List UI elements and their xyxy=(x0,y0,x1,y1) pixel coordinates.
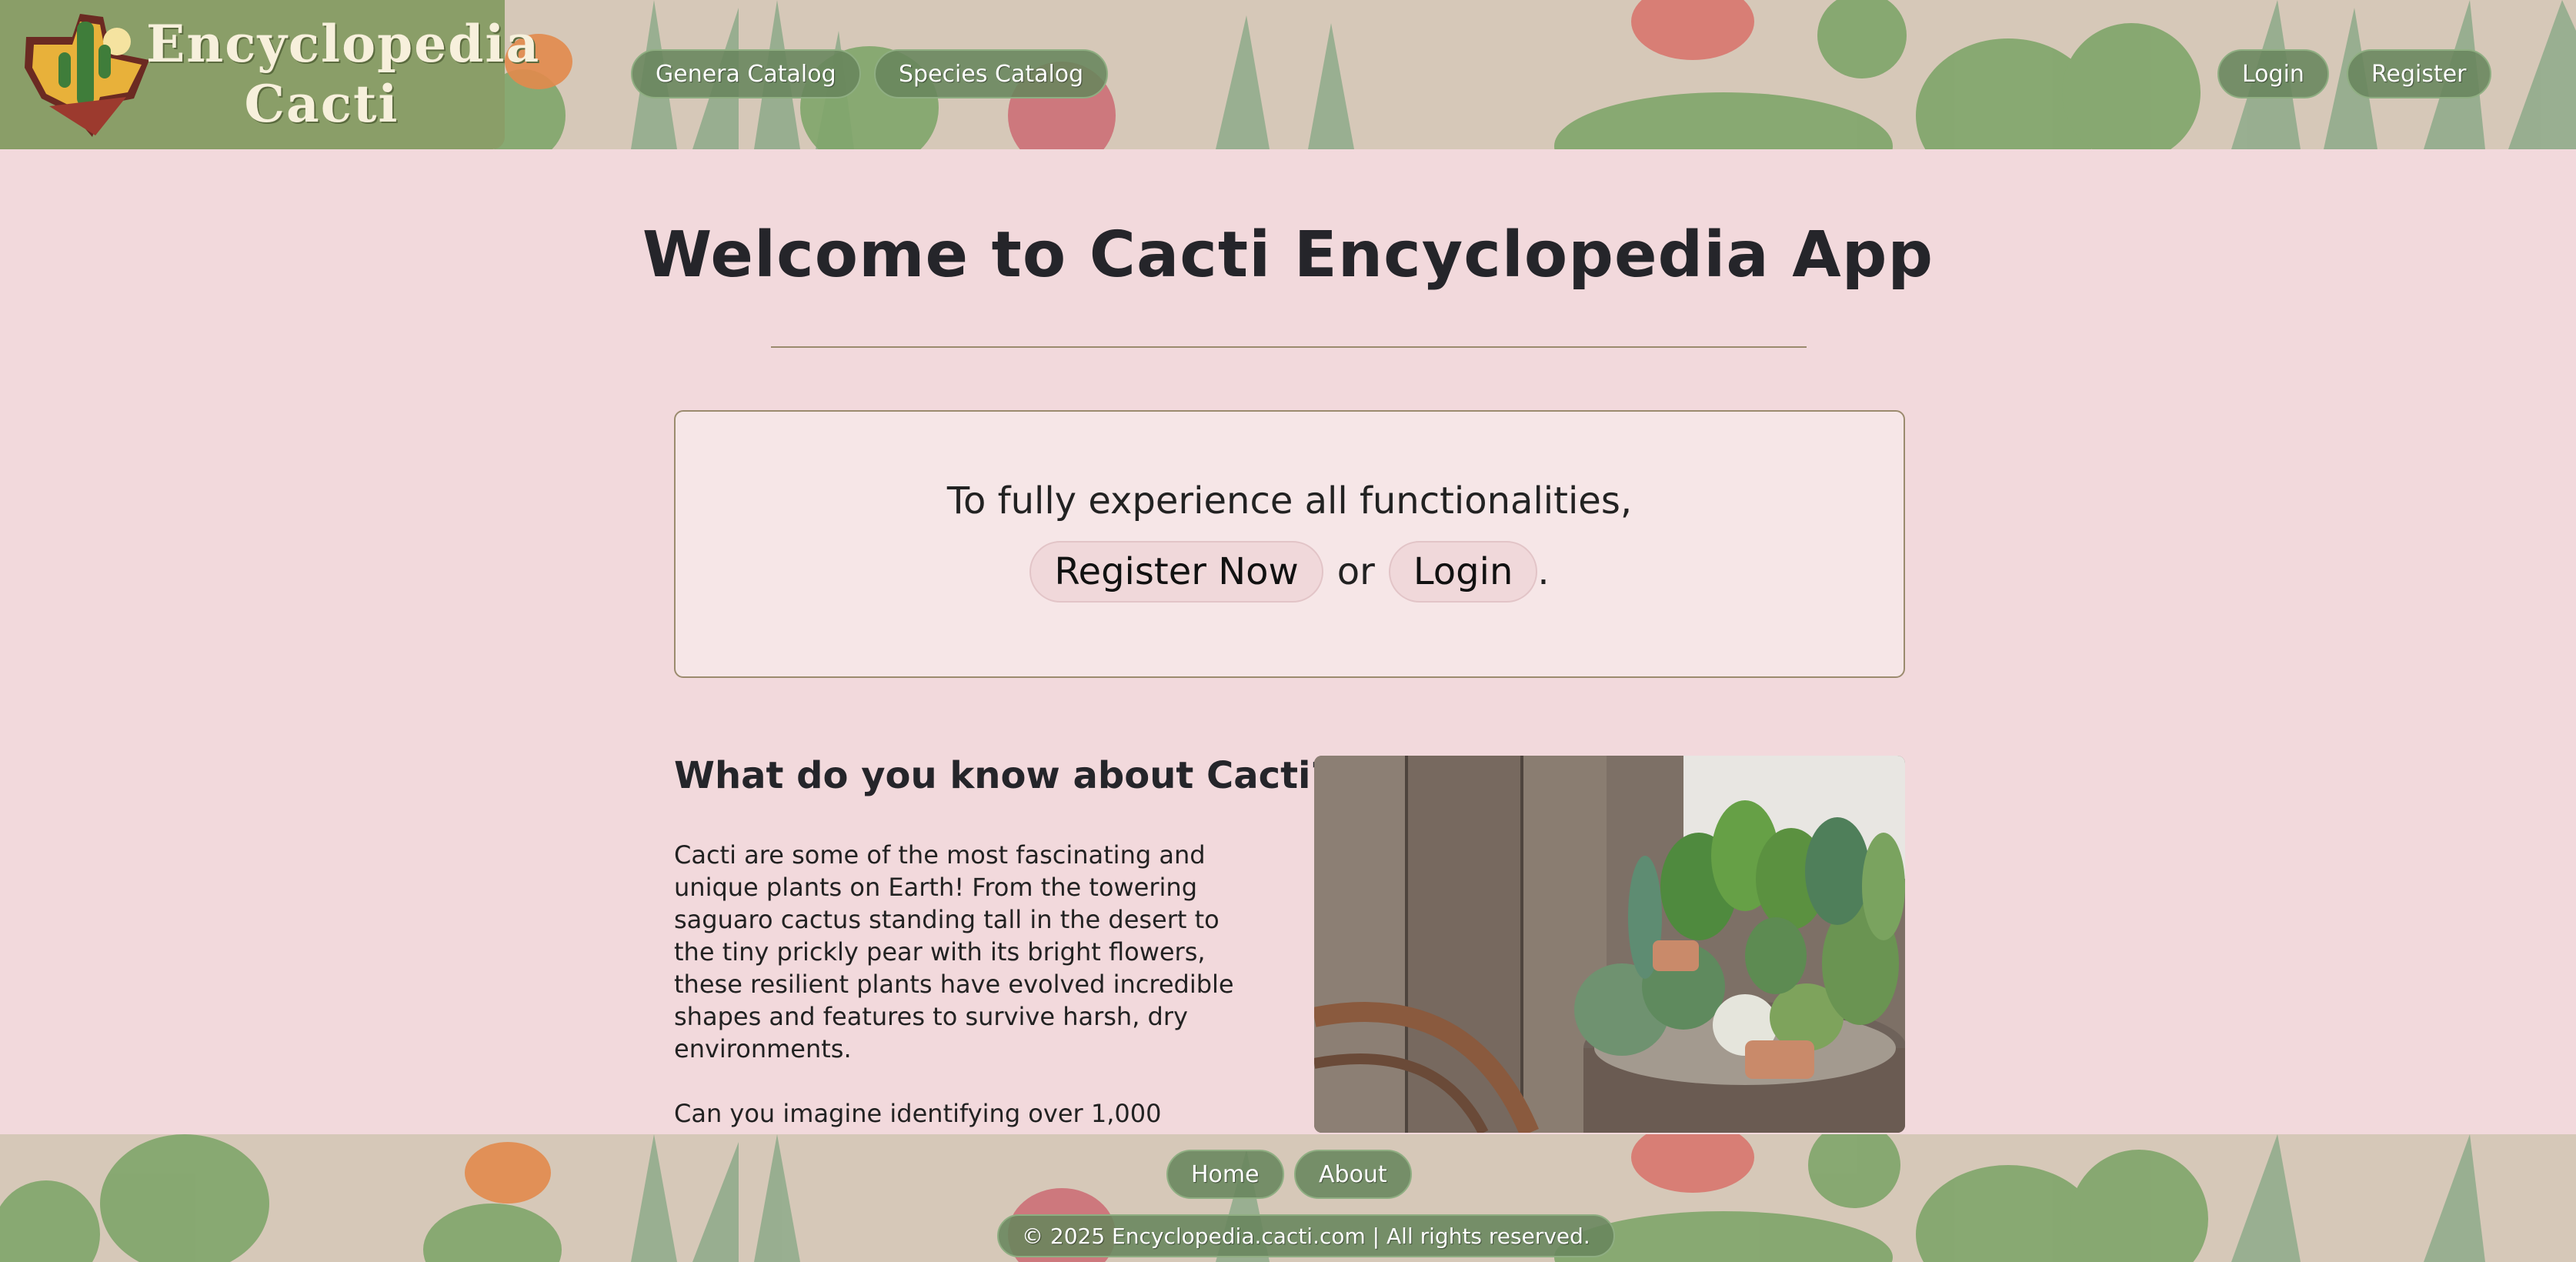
about-heading: What do you know about Cacti? xyxy=(674,754,1333,797)
footer: Home About © 2025 Encyclopedia.cacti.com… xyxy=(0,1134,2576,1262)
title-divider xyxy=(771,346,1807,348)
cacti-pot-photo xyxy=(1314,756,1905,1133)
about-text: Cacti are some of the most fascinating a… xyxy=(674,839,1243,1130)
call-to-action-box: To fully experience all functionalities,… xyxy=(674,410,1905,678)
register-button[interactable]: Register xyxy=(2347,49,2491,98)
footer-copyright: © 2025 Encyclopedia.cacti.com | All righ… xyxy=(997,1214,1615,1257)
login-button[interactable]: Login xyxy=(2217,49,2329,98)
nav-species-catalog[interactable]: Species Catalog xyxy=(874,49,1109,98)
about-paragraph: Cacti are some of the most fascinating a… xyxy=(674,840,1234,1063)
cta-actions: Register Now or Login . xyxy=(676,541,1904,603)
about-paragraph: Can you imagine identifying over 1,000 xyxy=(674,1099,1162,1128)
page-title: Welcome to Cacti Encyclopedia App xyxy=(642,219,1934,292)
cta-period: . xyxy=(1537,550,1550,593)
cta-message: To fully experience all functionalities, xyxy=(946,479,1633,522)
header: Encyclopedia Cacti Genera Catalog Specie… xyxy=(0,0,2576,149)
logo-title-line1: Encyclopedia xyxy=(146,14,541,74)
nav-genera-catalog[interactable]: Genera Catalog xyxy=(631,49,861,98)
logo-title[interactable]: Encyclopedia Cacti xyxy=(146,14,541,134)
logo-title-line2: Cacti xyxy=(244,74,399,134)
register-now-button[interactable]: Register Now xyxy=(1029,541,1323,603)
cta-login-button[interactable]: Login xyxy=(1388,541,1538,603)
cactus-emblem-icon xyxy=(25,14,149,137)
cacti-pot-image xyxy=(1314,756,1905,1133)
footer-about-link[interactable]: About xyxy=(1294,1150,1412,1199)
footer-home-link[interactable]: Home xyxy=(1166,1150,1284,1199)
cta-or-text: or xyxy=(1336,550,1375,593)
logo-container[interactable]: Encyclopedia Cacti xyxy=(0,0,541,149)
